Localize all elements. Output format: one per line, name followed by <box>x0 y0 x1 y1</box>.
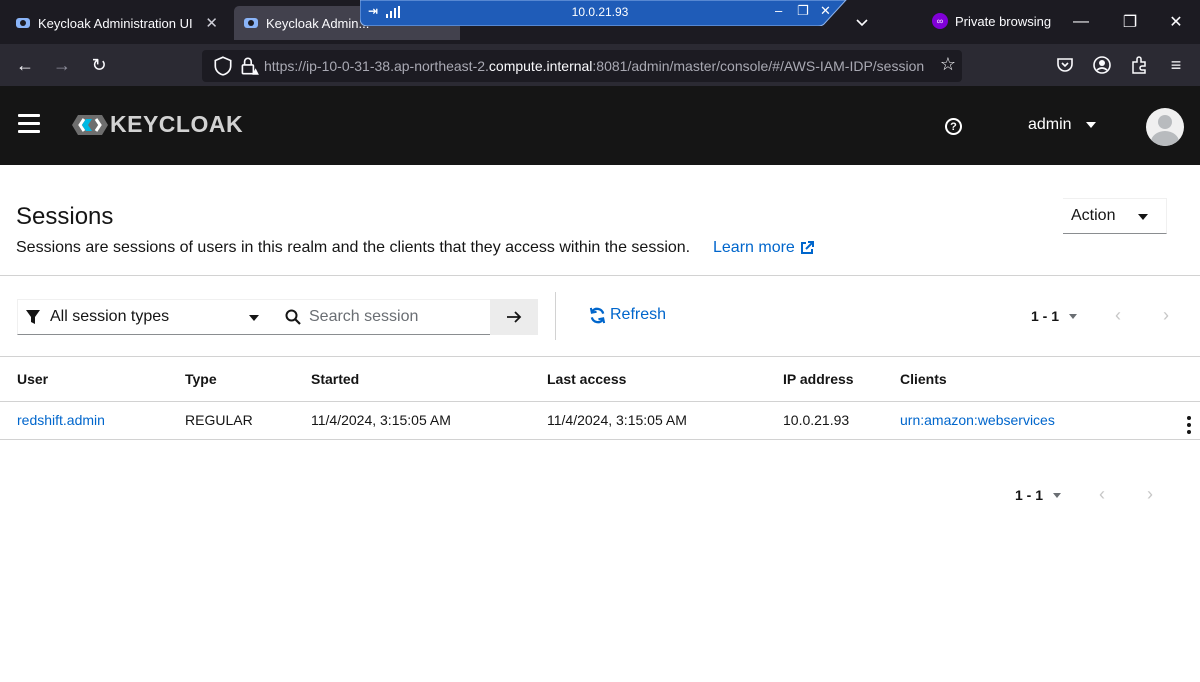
user-name: admin <box>1028 116 1072 133</box>
extensions-icon[interactable] <box>1126 53 1152 77</box>
help-icon[interactable]: ? <box>945 118 962 135</box>
refresh-icon <box>589 307 606 323</box>
pagination-range: 1 - 1 <box>1031 308 1060 324</box>
keycloak-masthead: KEYCLOAK ? admin <box>0 86 1200 165</box>
keycloak-logo[interactable]: KEYCLOAK <box>72 111 243 138</box>
filter-label: All session types <box>50 308 170 325</box>
action-label: Action <box>1071 207 1116 224</box>
pagination-toggle-top[interactable]: 1 - 1 <box>1031 308 1078 324</box>
tab-keycloak-admin-1[interactable]: Keycloak Administration UI ✕ <box>6 6 228 40</box>
refresh-label: Refresh <box>610 306 667 323</box>
search-session-box[interactable] <box>277 299 490 335</box>
user-link[interactable]: redshift.admin <box>17 412 105 428</box>
user-dropdown[interactable]: admin <box>1028 116 1096 134</box>
window-close-icon[interactable]: ✕ <box>1163 10 1189 34</box>
lock-warning-icon[interactable] <box>238 55 260 77</box>
sessions-table: User Type Started Last access IP address… <box>0 357 1200 440</box>
remote-restore-icon[interactable]: ❐ <box>797 3 809 19</box>
client-link[interactable]: urn:amazon:webservices <box>900 412 1055 428</box>
table-header-row: User Type Started Last access IP address… <box>0 357 1200 401</box>
account-icon[interactable] <box>1089 53 1115 77</box>
next-page-icon[interactable]: › <box>1140 484 1160 505</box>
avatar[interactable] <box>1146 108 1184 146</box>
url-domain: compute.internal <box>488 58 593 74</box>
prev-page-icon[interactable]: ‹ <box>1092 484 1112 505</box>
search-icon <box>285 309 301 325</box>
window-restore-icon[interactable]: ❐ <box>1117 10 1143 34</box>
cell-user: redshift.admin <box>0 400 168 440</box>
bookmark-star-icon[interactable]: ☆ <box>940 54 956 75</box>
caret-down-icon <box>249 315 259 321</box>
browser-nav-bar: ← → ↻ https://ip-10-0-31-38.ap-northeast… <box>0 44 1200 86</box>
tab-label: Keycloak Administration UI <box>38 15 193 31</box>
pocket-icon[interactable] <box>1052 53 1078 77</box>
learn-more-label: Learn more <box>713 239 795 256</box>
app-menu-icon[interactable]: ≡ <box>1163 53 1189 77</box>
tab-label: Keycloak Admin... <box>266 15 370 31</box>
remote-minimize-icon[interactable]: – <box>775 3 782 18</box>
private-browsing-indicator: ∞ Private browsing <box>932 13 1051 29</box>
private-browsing-label: Private browsing <box>955 13 1052 29</box>
filter-icon <box>26 310 40 324</box>
url-suffix: :8081/admin/master/console/#/AWS-IAM-IDP… <box>592 58 924 74</box>
column-header-started[interactable]: Started <box>294 357 530 401</box>
shield-icon[interactable] <box>212 55 234 77</box>
keycloak-favicon-icon <box>244 18 258 28</box>
remote-close-icon[interactable]: ✕ <box>820 3 831 19</box>
url-text[interactable]: https://ip-10-0-31-38.ap-northeast-2.com… <box>264 58 924 74</box>
table-row: redshift.admin REGULAR 11/4/2024, 3:15:0… <box>0 400 1200 440</box>
url-prefix: https://ip-10-0-31-38.ap-northeast-2. <box>264 58 489 74</box>
keycloak-logo-icon <box>72 114 108 135</box>
tab-close-icon[interactable]: ✕ <box>205 14 218 32</box>
remote-connection-bar: ⇥ 10.0.21.93 – ❐ ✕ <box>360 0 870 26</box>
pagination-range: 1 - 1 <box>1015 487 1044 503</box>
browser-tab-bar: Keycloak Administration UI ✕ Keycloak Ad… <box>0 0 1200 44</box>
column-header-ip-address[interactable]: IP address <box>766 357 883 401</box>
row-actions-kebab-icon[interactable] <box>1160 400 1200 440</box>
next-page-icon[interactable]: › <box>1156 305 1176 326</box>
back-arrow-icon[interactable]: ← <box>12 53 38 77</box>
arrow-right-icon <box>507 311 522 323</box>
refresh-button[interactable]: Refresh <box>589 306 666 324</box>
address-bar[interactable]: https://ip-10-0-31-38.ap-northeast-2.com… <box>202 50 962 82</box>
cell-type: REGULAR <box>168 400 294 440</box>
page-description: Sessions are sessions of users in this r… <box>16 239 691 256</box>
search-session-input[interactable] <box>309 308 479 326</box>
page-title: Sessions <box>16 203 114 230</box>
cell-started: 11/4/2024, 3:15:05 AM <box>294 400 530 440</box>
caret-down-icon <box>1138 214 1148 220</box>
hamburger-menu-icon[interactable] <box>18 114 40 134</box>
column-header-last-access[interactable]: Last access <box>530 357 766 401</box>
cell-ip-address: 10.0.21.93 <box>766 400 883 440</box>
column-header-clients[interactable]: Clients <box>883 357 1160 401</box>
window-minimize-icon[interactable]: — <box>1068 10 1094 34</box>
header-divider <box>0 275 1200 276</box>
forward-arrow-icon[interactable]: → <box>49 53 75 77</box>
private-mask-icon: ∞ <box>932 13 948 29</box>
pagination-toggle-bottom[interactable]: 1 - 1 <box>1015 487 1062 503</box>
toolbar-separator <box>555 292 556 340</box>
column-header-actions <box>1160 357 1200 401</box>
caret-down-icon <box>1053 492 1062 498</box>
learn-more-link[interactable]: Learn more <box>713 239 815 257</box>
remote-ip-label: 10.0.21.93 <box>571 5 629 19</box>
action-dropdown[interactable]: Action <box>1063 198 1167 234</box>
caret-down-icon <box>1085 122 1096 128</box>
cell-clients: urn:amazon:webservices <box>883 400 1160 440</box>
session-type-filter[interactable]: All session types <box>17 299 277 335</box>
column-header-type[interactable]: Type <box>168 357 294 401</box>
reload-icon[interactable]: ↻ <box>86 53 112 77</box>
external-link-icon <box>800 241 814 254</box>
search-submit-button[interactable] <box>490 299 538 335</box>
cell-last-access: 11/4/2024, 3:15:05 AM <box>530 400 766 440</box>
list-all-tabs-icon[interactable] <box>852 12 872 32</box>
prev-page-icon[interactable]: ‹ <box>1108 305 1128 326</box>
caret-down-icon <box>1069 313 1078 319</box>
keycloak-logo-text: KEYCLOAK <box>110 111 244 137</box>
keycloak-favicon-icon <box>16 18 30 28</box>
column-header-user[interactable]: User <box>0 357 168 401</box>
